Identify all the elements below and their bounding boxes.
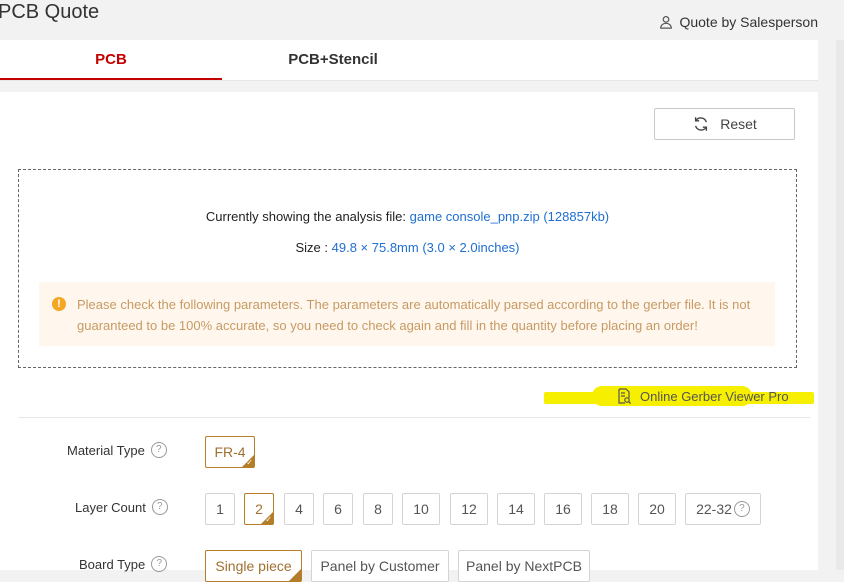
refresh-icon	[695, 117, 708, 131]
option-board-panel-by-customer[interactable]: Panel by Customer	[311, 550, 449, 582]
option-label: 20	[649, 501, 665, 517]
option-layer-4[interactable]: 4	[284, 493, 314, 525]
check-icon: ✓	[265, 515, 272, 524]
board-type-text: Board Type	[79, 556, 146, 572]
analysis-file-prefix: Currently showing the analysis file:	[205, 209, 407, 224]
option-layer-1[interactable]: 1	[205, 493, 235, 525]
layer-count-text: Layer Count	[75, 499, 146, 515]
check-icon: ✓	[246, 458, 253, 467]
option-board-single-piece[interactable]: Single piece	[205, 550, 302, 582]
help-icon[interactable]: ?	[733, 501, 750, 517]
layer-count-label: Layer Count ?	[75, 499, 168, 515]
size-value: 49.8 × 75.8mm (3.0 × 2.0inches)	[331, 240, 520, 255]
option-label: 1	[216, 501, 224, 517]
option-label: 16	[555, 501, 571, 517]
option-label: 14	[508, 501, 524, 517]
analysis-file-line: Currently showing the analysis file: gam…	[19, 209, 796, 224]
option-material-fr4[interactable]: FR-4 ✓	[205, 436, 255, 468]
material-type-text: Material Type	[67, 442, 145, 458]
online-gerber-viewer-link[interactable]: Online Gerber Viewer Pro	[616, 388, 789, 404]
option-label: 4	[295, 501, 303, 517]
option-label: 22-32	[696, 501, 732, 517]
help-icon[interactable]: ?	[151, 499, 168, 515]
board-size-line: Size : 49.8 × 75.8mm (3.0 × 2.0inches)	[19, 240, 796, 255]
option-label: Panel by NextPCB	[466, 558, 582, 574]
option-label: 8	[374, 501, 382, 517]
help-icon[interactable]: ?	[150, 442, 167, 458]
file-search-icon	[618, 388, 632, 404]
option-layer-14[interactable]: 14	[497, 493, 535, 525]
tab-pcb[interactable]: PCB	[0, 40, 222, 80]
reset-label: Reset	[720, 116, 757, 132]
option-label: Single piece	[215, 558, 292, 574]
quote-form: Reset Currently showing the analysis fil…	[0, 92, 818, 582]
option-label: 18	[602, 501, 618, 517]
scrollbar[interactable]	[836, 40, 844, 570]
quote-by-salesperson-link[interactable]: Quote by Salesperson	[659, 14, 818, 30]
analysis-file-box: Currently showing the analysis file: gam…	[18, 169, 797, 368]
option-label: FR-4	[214, 444, 246, 460]
page-title: PCB Quote	[0, 1, 100, 23]
person-icon	[660, 15, 673, 29]
option-layer-20[interactable]: 20	[638, 493, 676, 525]
option-layer-22-32[interactable]: 22-32?	[685, 493, 761, 525]
warning-text: Please check the following parameters. T…	[77, 297, 751, 333]
size-prefix: Size :	[295, 240, 328, 255]
online-gerber-viewer-label: Online Gerber Viewer Pro	[640, 388, 789, 404]
option-layer-18[interactable]: 18	[591, 493, 629, 525]
analysis-file-name[interactable]: game console_pnp.zip (128857kb)	[410, 209, 609, 224]
option-label: 12	[461, 501, 477, 517]
option-layer-16[interactable]: 16	[544, 493, 582, 525]
option-layer-2[interactable]: 2 ✓	[244, 493, 274, 525]
warning-notice: ! Please check the following parameters.…	[39, 282, 775, 346]
option-label: Panel by Customer	[320, 558, 440, 574]
option-label: 2	[255, 501, 263, 517]
option-layer-6[interactable]: 6	[323, 493, 353, 525]
reset-button[interactable]: Reset	[654, 108, 795, 140]
option-layer-10[interactable]: 10	[402, 493, 440, 525]
option-label: 6	[334, 501, 342, 517]
quote-tabs: PCB PCB+Stencil	[0, 40, 818, 81]
material-type-label: Material Type ?	[67, 442, 167, 458]
tab-pcb-stencil[interactable]: PCB+Stencil	[222, 40, 444, 80]
gerber-viewer-row: Online Gerber Viewer Pro	[544, 385, 814, 409]
option-layer-8[interactable]: 8	[363, 493, 393, 525]
option-layer-12[interactable]: 12	[450, 493, 488, 525]
option-label: 10	[413, 501, 429, 517]
option-board-panel-by-nextpcb[interactable]: Panel by NextPCB	[458, 550, 590, 582]
quote-by-salesperson-label: Quote by Salesperson	[679, 14, 818, 30]
warning-icon: !	[52, 297, 66, 311]
section-divider	[18, 417, 810, 418]
